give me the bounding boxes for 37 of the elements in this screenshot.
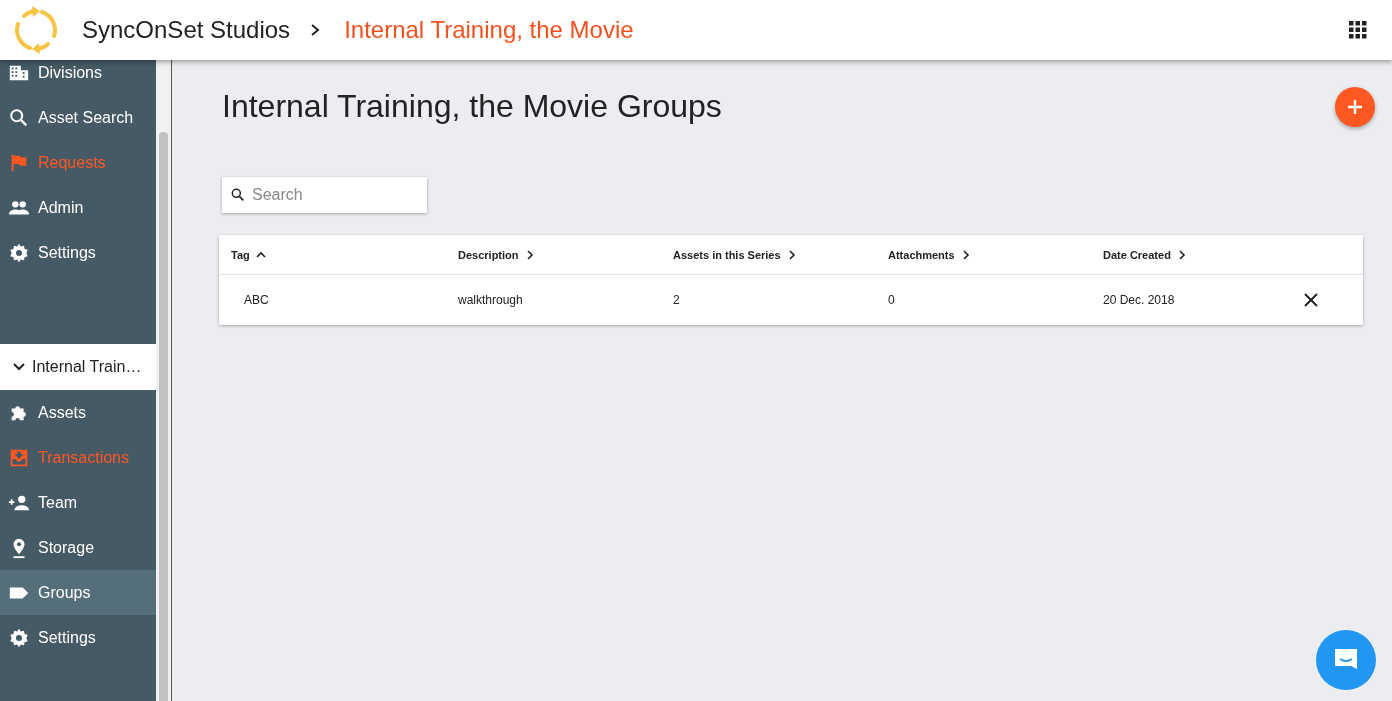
sidebar-item[interactable]: Settings <box>0 615 156 660</box>
sidebar-item[interactable]: Storage <box>0 525 156 570</box>
search-icon <box>8 106 30 129</box>
table-cell-text: 2 <box>673 293 681 307</box>
chevron-right-icon <box>960 249 971 260</box>
close-icon[interactable] <box>1303 292 1319 308</box>
sidebar-item[interactable]: Team <box>0 480 156 525</box>
table-cell-text: walkthrough <box>458 293 524 307</box>
column-header[interactable]: Date Created <box>1103 248 1303 261</box>
chevron-right-icon <box>524 249 535 260</box>
sidebar-item[interactable]: Divisions <box>0 60 156 95</box>
table-cell-text: 20 Dec. 2018 <box>1103 293 1176 307</box>
chevron-right-icon <box>1176 249 1187 260</box>
sidebar-item[interactable]: Assets <box>0 390 156 435</box>
sidebar-item[interactable]: Asset Search <box>0 95 156 140</box>
column-header[interactable]: Attachments <box>888 248 1103 261</box>
sidebar-item[interactable]: Admin <box>0 185 156 230</box>
search-field[interactable]: Search <box>222 177 427 213</box>
column-header[interactable]: Assets in this Series <box>673 248 888 261</box>
sidebar-item[interactable]: Groups <box>0 570 156 615</box>
chevron-up-icon <box>255 249 266 260</box>
sidebar-item[interactable]: Settings <box>0 230 156 275</box>
project-selector[interactable]: Internal Train… <box>0 344 156 390</box>
page-title: Internal Training, the Movie Groups <box>222 88 722 125</box>
plus-icon <box>1346 98 1364 116</box>
chat-button[interactable] <box>1316 630 1376 690</box>
scrollbar-thumb[interactable] <box>159 132 168 701</box>
search-icon <box>230 187 246 203</box>
apps-grid-icon[interactable] <box>1349 21 1367 39</box>
table-cell-text: 0 <box>888 293 896 307</box>
column-header[interactable]: Tag <box>231 248 458 261</box>
sync-arrows-logo <box>12 6 60 54</box>
add-button[interactable] <box>1335 87 1375 127</box>
chevron-right-icon <box>786 249 797 260</box>
brand-name[interactable]: SyncOnSet Studios <box>82 16 291 44</box>
column-header[interactable]: Description <box>458 248 673 261</box>
table-cell-text: ABC <box>243 293 270 307</box>
